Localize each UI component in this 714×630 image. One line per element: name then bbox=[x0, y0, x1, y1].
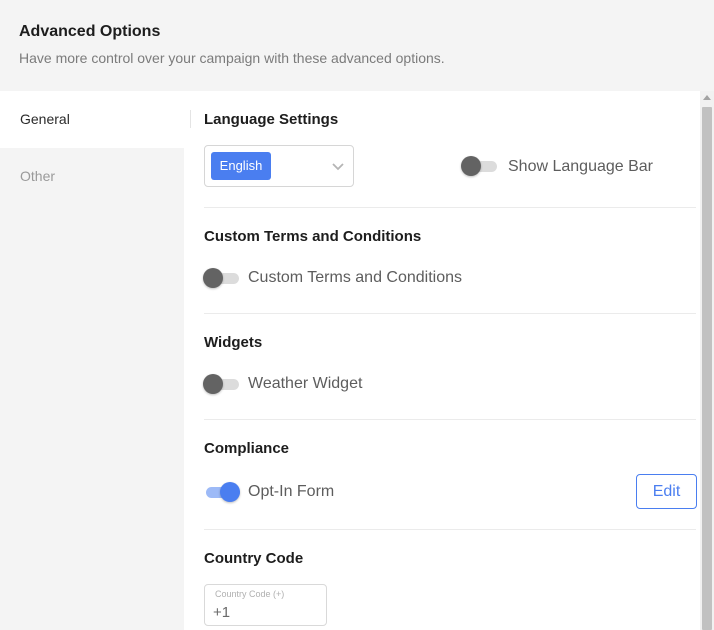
toggle-knob bbox=[203, 268, 223, 288]
toggle-knob bbox=[220, 482, 240, 502]
country-code-input[interactable] bbox=[213, 602, 318, 622]
scrollbar[interactable] bbox=[700, 91, 714, 630]
opt-in-form-label: Opt-In Form bbox=[248, 483, 335, 500]
toggle-knob bbox=[203, 374, 223, 394]
show-language-bar-label: Show Language Bar bbox=[508, 158, 653, 175]
panel-edge-divider bbox=[190, 110, 191, 128]
scroll-up-arrow-icon[interactable] bbox=[703, 95, 711, 100]
section-divider bbox=[204, 207, 696, 208]
page-subtitle: Have more control over your campaign wit… bbox=[19, 50, 445, 66]
section-divider bbox=[204, 529, 696, 530]
language-selected-tag: English bbox=[211, 152, 271, 180]
weather-widget-toggle[interactable] bbox=[203, 373, 239, 395]
edit-button[interactable]: Edit bbox=[636, 474, 697, 509]
section-title-language: Language Settings bbox=[204, 111, 339, 128]
show-language-bar-toggle[interactable] bbox=[461, 155, 497, 177]
country-code-field[interactable]: Country Code (+) bbox=[204, 584, 327, 626]
sidebar: General Other bbox=[0, 91, 184, 630]
sidebar-item-other[interactable]: Other bbox=[0, 148, 184, 205]
page-header: Advanced Options Have more control over … bbox=[0, 0, 714, 91]
custom-terms-label: Custom Terms and Conditions bbox=[248, 269, 463, 286]
chevron-down-icon bbox=[332, 163, 344, 171]
section-title-compliance: Compliance bbox=[204, 440, 290, 457]
custom-terms-toggle[interactable] bbox=[203, 267, 239, 289]
opt-in-form-toggle[interactable] bbox=[204, 481, 240, 503]
section-divider bbox=[204, 313, 696, 314]
language-select[interactable]: English bbox=[204, 145, 354, 187]
section-title-country: Country Code bbox=[204, 550, 304, 567]
section-title-terms: Custom Terms and Conditions bbox=[204, 228, 422, 245]
section-divider bbox=[204, 419, 696, 420]
sidebar-item-general[interactable]: General bbox=[0, 91, 184, 148]
country-code-field-label: Country Code (+) bbox=[215, 589, 285, 599]
scrollbar-thumb[interactable] bbox=[702, 107, 712, 630]
weather-widget-label: Weather Widget bbox=[248, 375, 363, 392]
toggle-knob bbox=[461, 156, 481, 176]
page-title: Advanced Options bbox=[19, 23, 161, 40]
section-title-widgets: Widgets bbox=[204, 334, 263, 351]
